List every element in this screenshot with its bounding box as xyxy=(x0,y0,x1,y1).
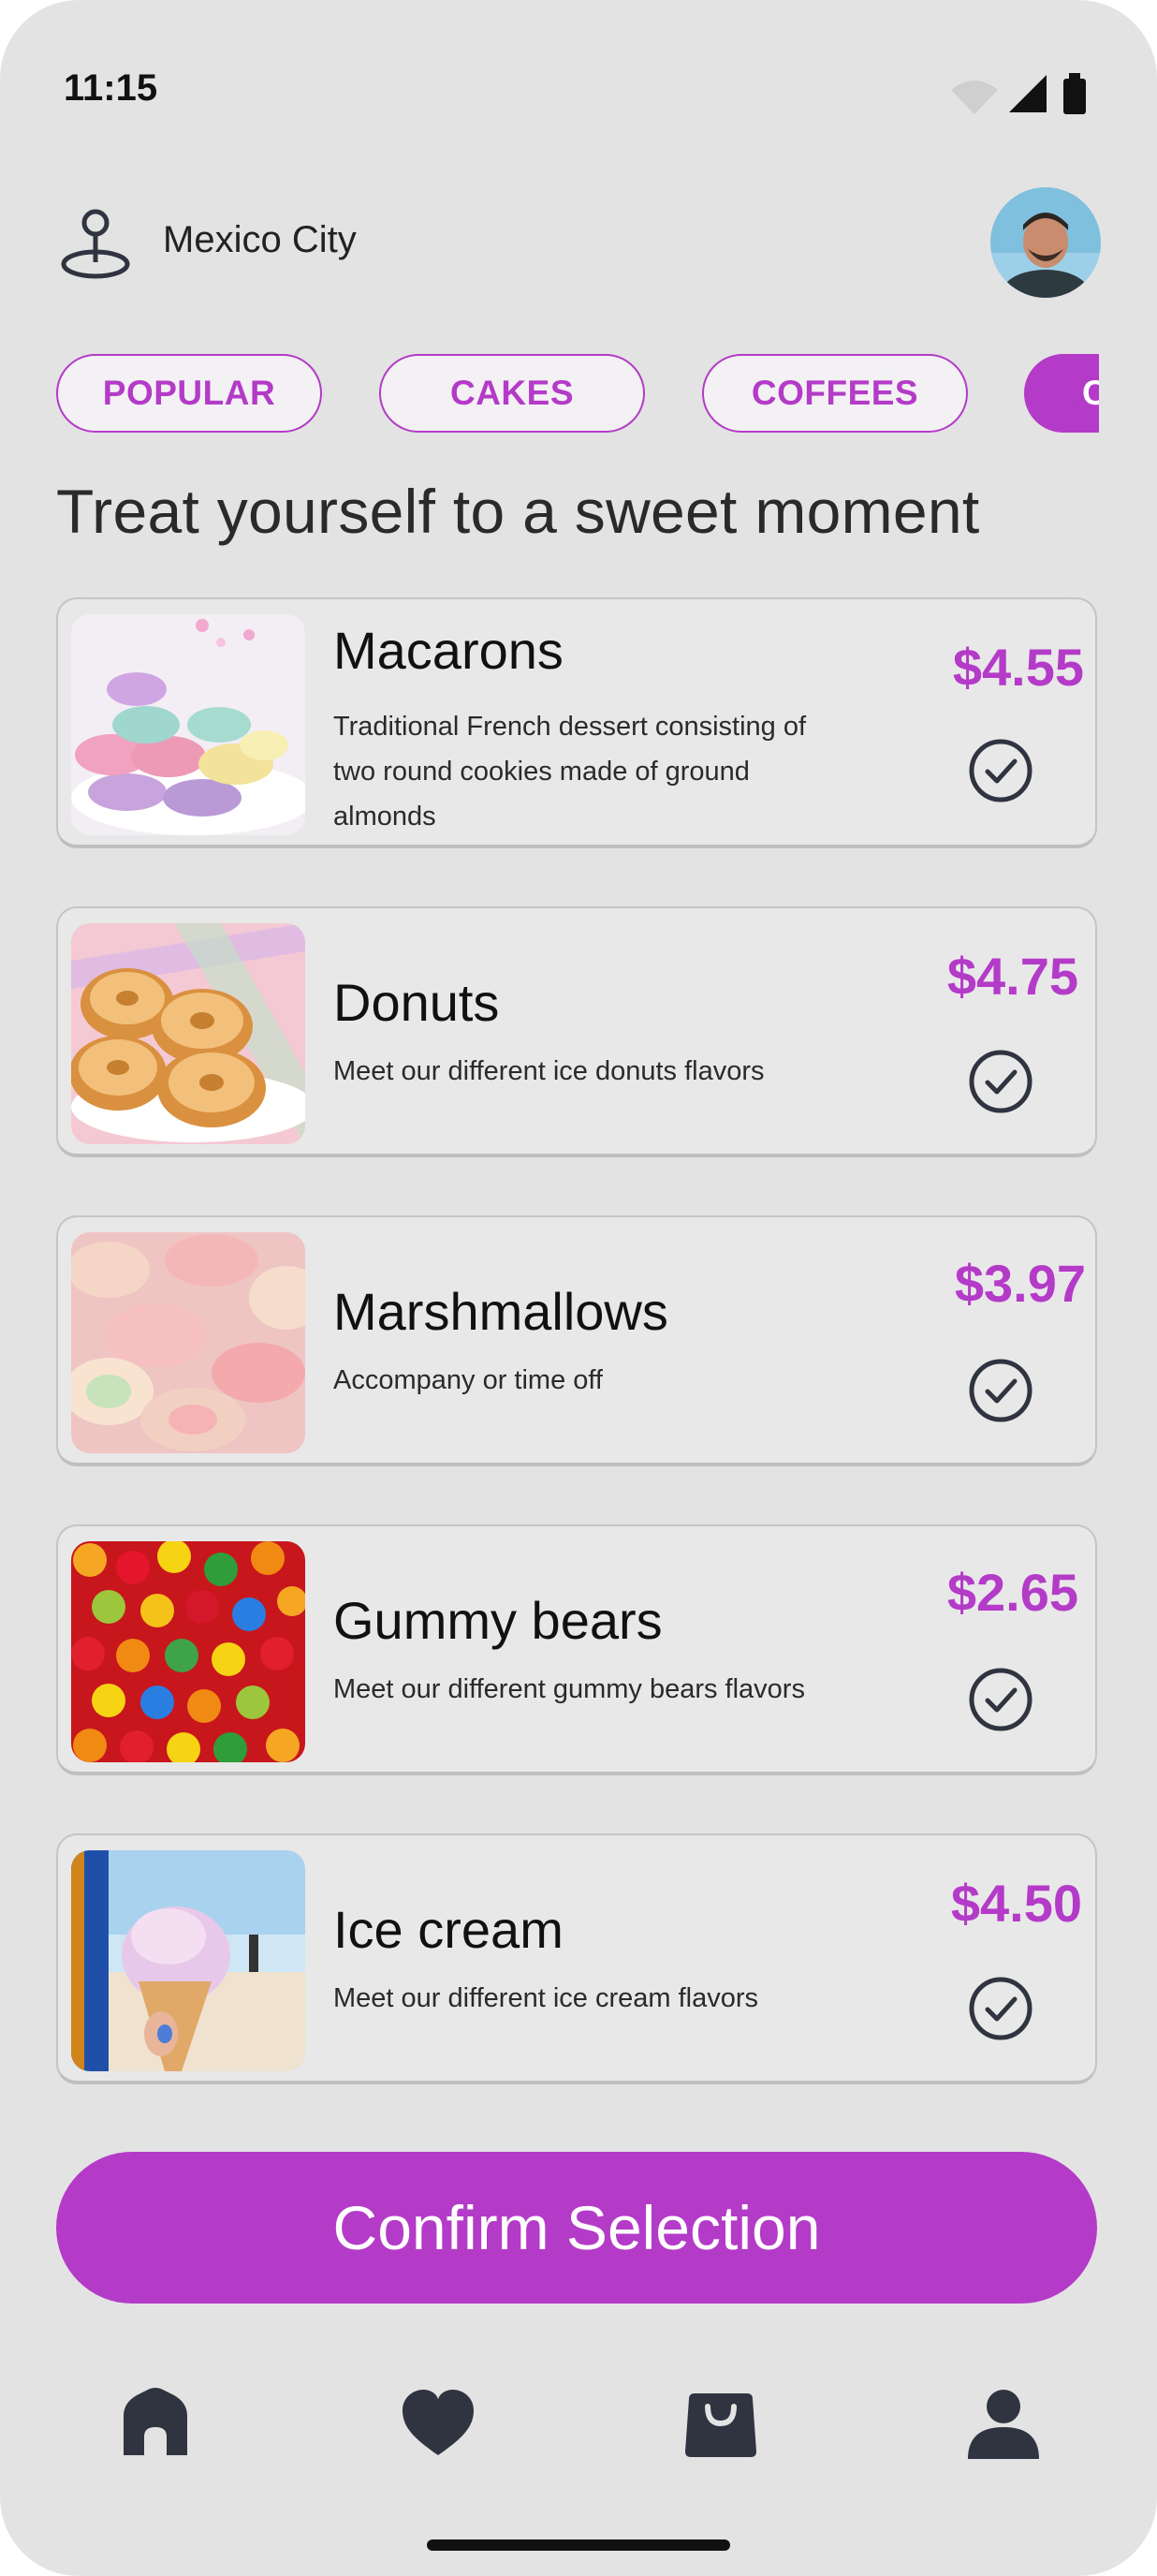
tab-cakes[interactable]: CAKES xyxy=(379,354,645,433)
product-price: $4.50 xyxy=(950,1874,1082,1933)
home-indicator[interactable] xyxy=(427,2539,730,2551)
confirm-selection-button[interactable]: Confirm Selection xyxy=(56,2152,1097,2304)
tab-popular[interactable]: POPULAR xyxy=(56,354,322,433)
gummy-bears-image xyxy=(71,1541,305,1762)
product-card-marshmallows[interactable]: Marshmallows Accompany or time off $3.97 xyxy=(56,1215,1097,1466)
product-name: Marshmallows xyxy=(333,1282,668,1341)
avatar[interactable] xyxy=(990,187,1101,298)
page-title: Treat yourself to a sweet moment xyxy=(56,477,980,546)
product-name: Gummy bears xyxy=(333,1591,663,1650)
check-circle-icon[interactable] xyxy=(968,1976,1033,2041)
status-time: 11:15 xyxy=(64,67,158,109)
check-circle-icon[interactable] xyxy=(968,1667,1033,1732)
shopping-bag-icon[interactable] xyxy=(683,2386,758,2461)
donuts-image xyxy=(71,923,305,1144)
product-description: Accompany or time off xyxy=(333,1365,603,1395)
heart-icon[interactable] xyxy=(401,2386,476,2461)
phone-screen: 11:15 Mexico City POPULAR CAKES COFFEES … xyxy=(0,0,1157,2576)
product-description: Meet our different gummy bears flavors xyxy=(333,1674,805,1704)
product-card-ice-cream[interactable]: Ice cream Meet our different ice cream f… xyxy=(56,1833,1097,2084)
location-pin-icon[interactable] xyxy=(58,206,133,281)
product-description: Meet our different ice donuts flavors xyxy=(333,1056,765,1086)
tab-overflow-clip: C xyxy=(1024,354,1099,433)
tab-coffees[interactable]: COFFEES xyxy=(702,354,968,433)
battery-icon xyxy=(1063,79,1086,114)
marshmallows-image xyxy=(71,1232,305,1453)
product-card-gummy-bears[interactable]: Gummy bears Meet our different gummy bea… xyxy=(56,1524,1097,1775)
product-card-macarons[interactable]: Macarons Traditional French dessert cons… xyxy=(56,597,1097,848)
product-price: $4.75 xyxy=(946,947,1078,1006)
product-price: $4.55 xyxy=(952,638,1084,697)
product-name: Donuts xyxy=(333,973,500,1032)
product-price: $2.65 xyxy=(946,1563,1078,1622)
product-card-donuts[interactable]: Donuts Meet our different ice donuts fla… xyxy=(56,906,1097,1157)
product-description: Meet our different ice cream flavors xyxy=(333,1983,758,2013)
check-circle-icon[interactable] xyxy=(968,738,1033,803)
macarons-image xyxy=(71,614,305,835)
ice-cream-image xyxy=(71,1850,305,2071)
product-price: $3.97 xyxy=(954,1254,1086,1313)
check-circle-icon[interactable] xyxy=(968,1358,1033,1423)
product-description: Traditional French dessert consisting of… xyxy=(333,712,807,832)
tab-more[interactable]: C xyxy=(1024,354,1099,433)
product-name: Macarons xyxy=(333,621,564,680)
location-label[interactable]: Mexico City xyxy=(163,219,357,261)
profile-icon[interactable] xyxy=(966,2386,1041,2461)
wifi-icon xyxy=(951,81,998,114)
home-icon[interactable] xyxy=(118,2386,193,2461)
signal-icon xyxy=(1009,75,1047,112)
status-icons xyxy=(951,73,1086,114)
check-circle-icon[interactable] xyxy=(968,1049,1033,1114)
product-name: Ice cream xyxy=(333,1900,564,1959)
